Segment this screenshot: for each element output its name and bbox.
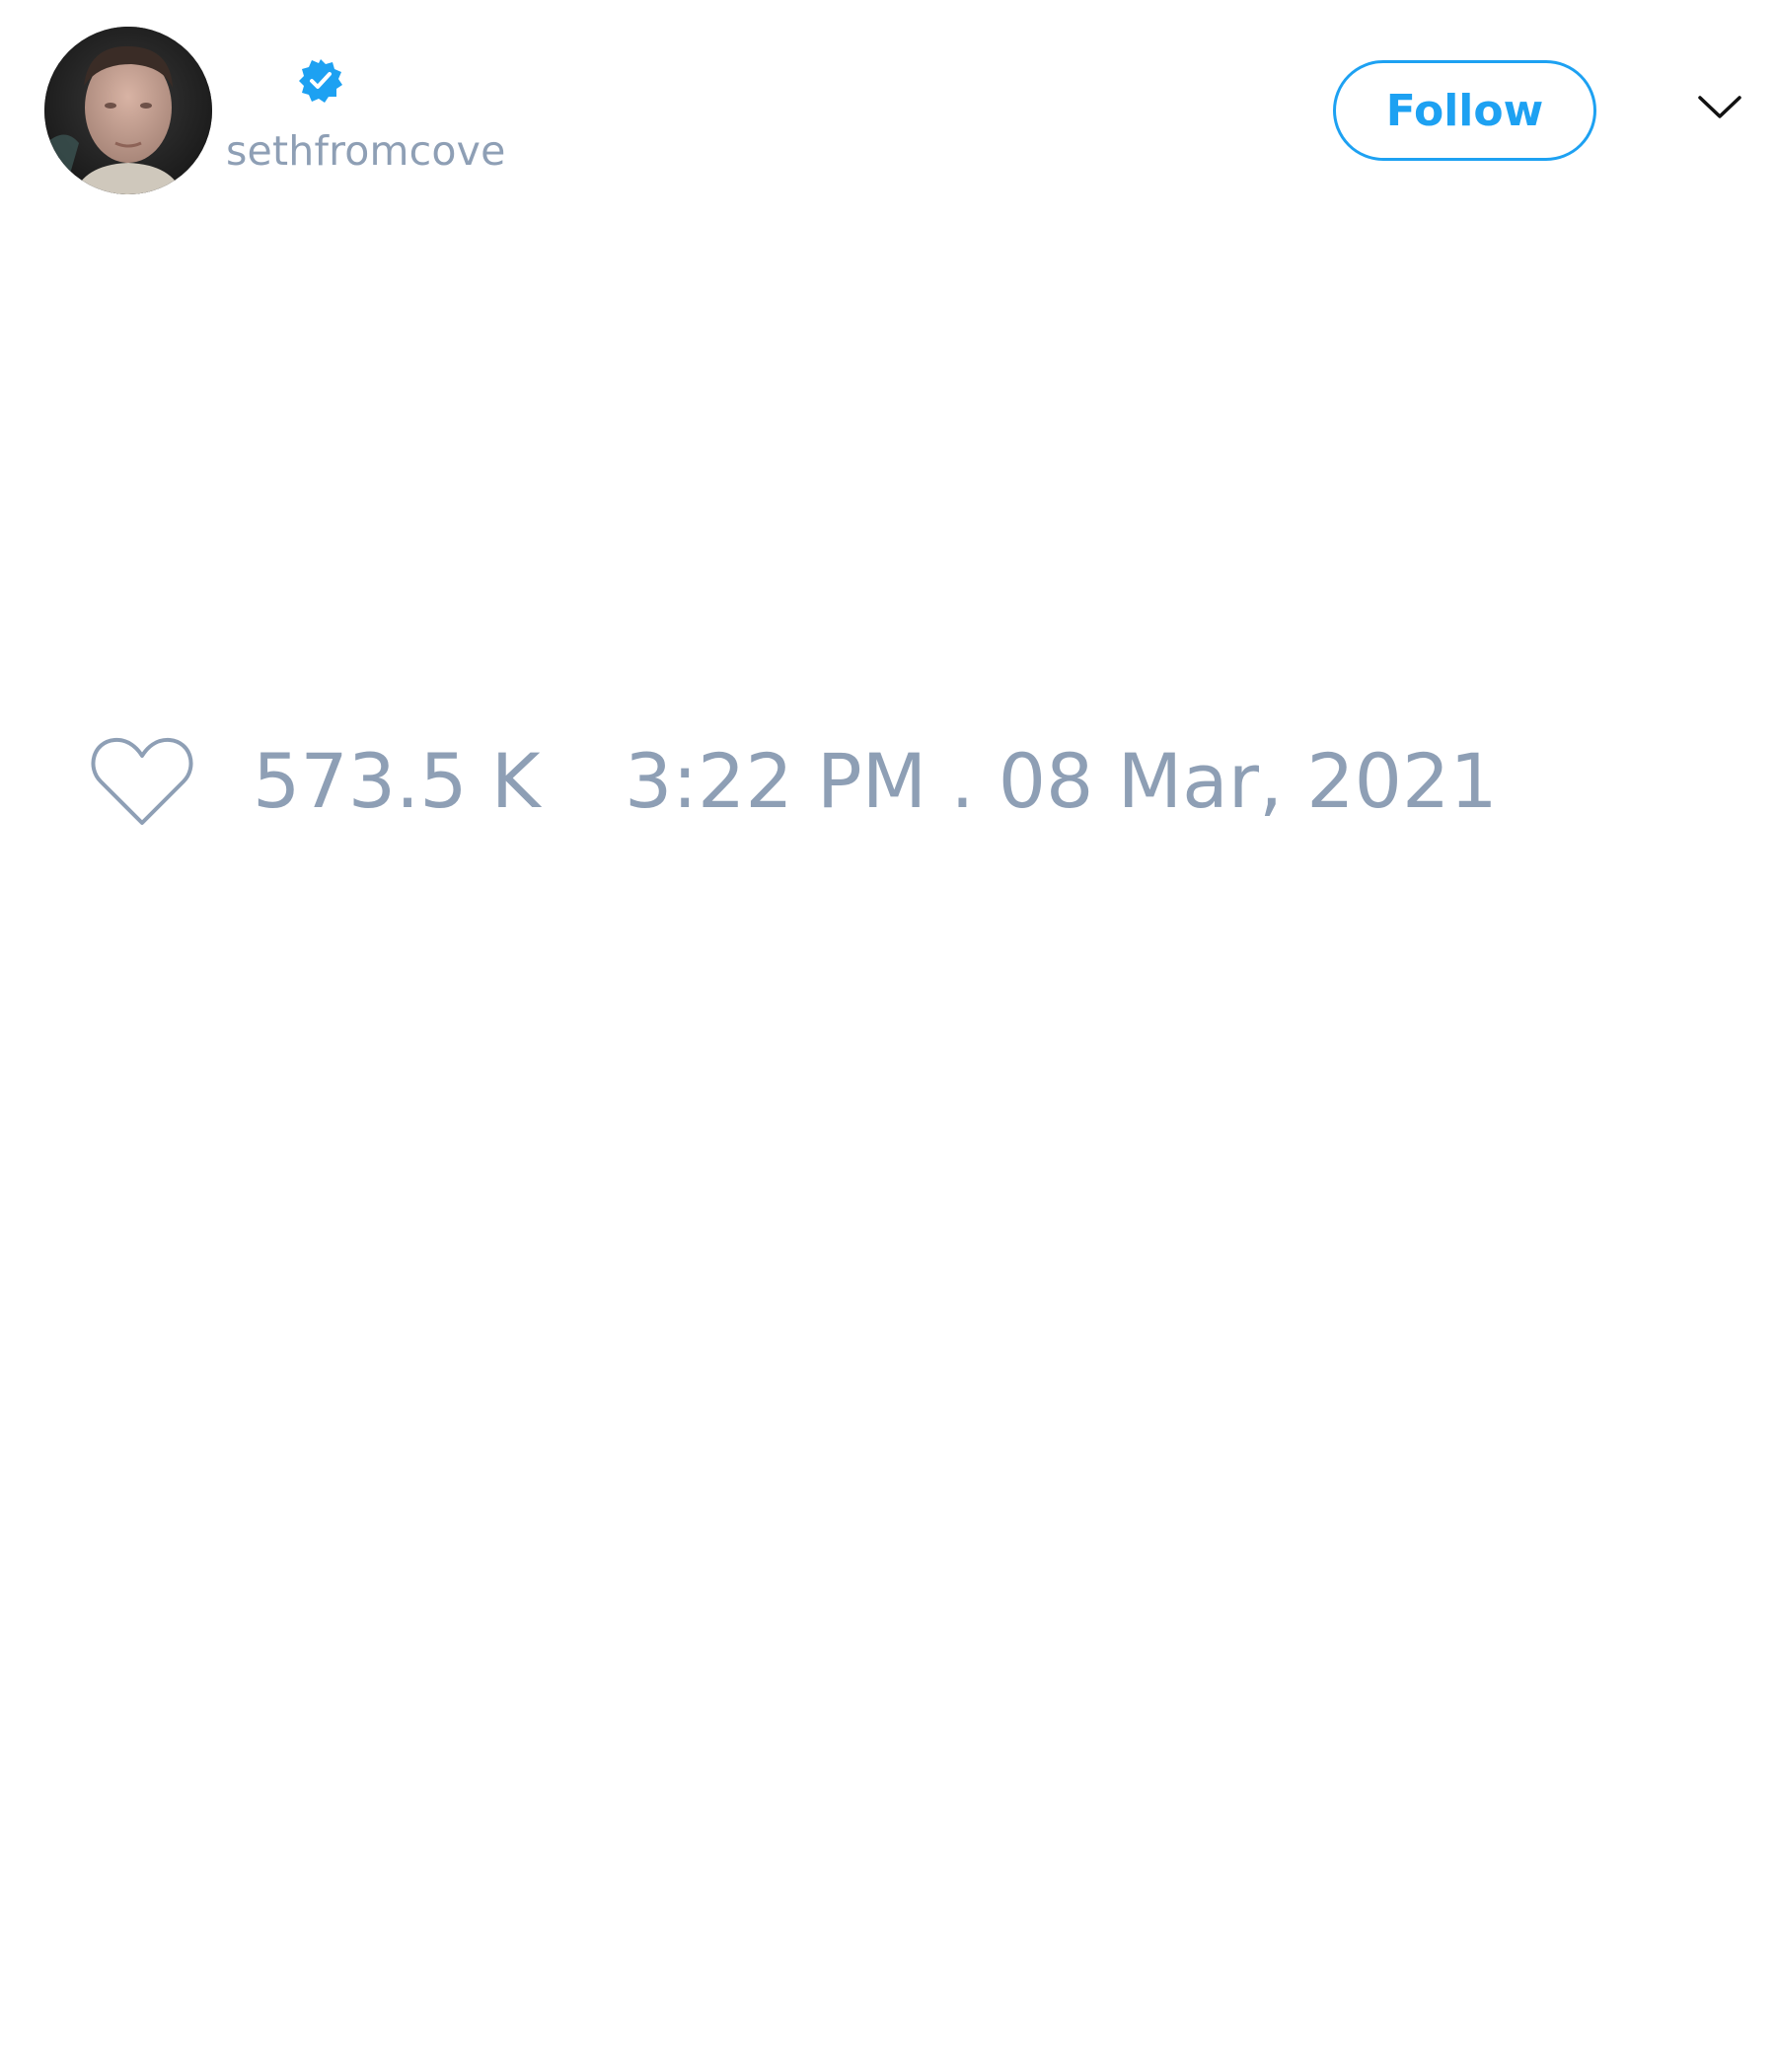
tweet-card: sethfromcove Follow 573.5 K 3:22 PM . 08… <box>0 0 1776 2072</box>
avatar-photo <box>44 27 212 194</box>
author-avatar[interactable] <box>44 27 212 194</box>
chevron-down-icon[interactable] <box>1697 93 1742 122</box>
like-count: 573.5 K <box>253 737 541 825</box>
heart-outline-icon[interactable] <box>89 734 195 829</box>
author-handle[interactable]: sethfromcove <box>226 126 506 176</box>
verified-badge-icon <box>297 57 344 105</box>
follow-button[interactable]: Follow <box>1333 60 1596 161</box>
tweet-timestamp[interactable]: 3:22 PM . 08 Mar, 2021 <box>625 734 1498 829</box>
tweet-meta-row: 573.5 K 3:22 PM . 08 Mar, 2021 <box>89 734 1727 833</box>
